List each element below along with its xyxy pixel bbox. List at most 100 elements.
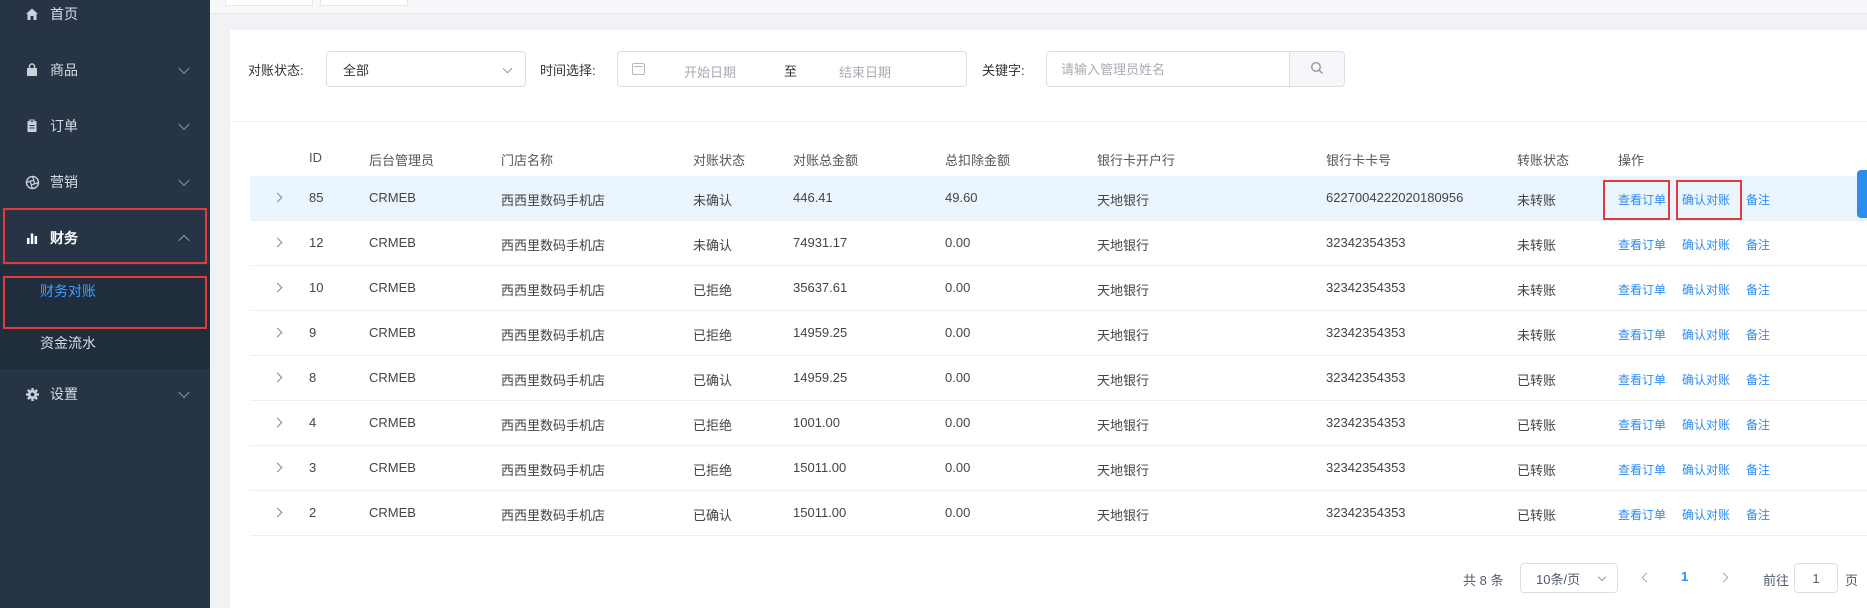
view-orders-button[interactable]: 查看订单	[1618, 326, 1666, 343]
keyword-filter-label: 关键字:	[982, 63, 1025, 78]
page-number[interactable]: 1	[1681, 569, 1688, 584]
cell-bank: 天地银行	[1097, 328, 1150, 343]
cell-deduct: 0.00	[945, 235, 971, 250]
expand-row-icon[interactable]	[272, 192, 283, 203]
tab-stub[interactable]	[225, 0, 313, 6]
expand-row-icon[interactable]	[272, 372, 283, 383]
cell-deduct: 0.00	[945, 415, 971, 430]
finance-submenu: 财务对账 资金流水	[0, 265, 210, 369]
sidebar-subitem-reconciliation[interactable]: 财务对账	[0, 265, 210, 317]
table-row[interactable]: 3 CRMEB 西西里数码手机店 已拒绝 15011.00 0.00 天地银行 3234235…	[250, 446, 1867, 491]
expand-row-icon[interactable]	[272, 327, 283, 338]
side-scroll-tab[interactable]	[1857, 170, 1867, 218]
date-range-picker[interactable]: 开始日期 至 结束日期	[617, 51, 967, 87]
remark-button[interactable]: 备注	[1746, 416, 1770, 433]
sidebar-item-label: 首页	[50, 6, 78, 22]
column-header-admin: 后台管理员	[369, 153, 435, 168]
cell-transfer: 已转账	[1517, 373, 1557, 388]
cell-admin: CRMEB	[369, 460, 416, 475]
clipboard-icon	[24, 118, 40, 134]
status-select[interactable]: 全部	[326, 51, 526, 87]
cell-id: 12	[309, 235, 324, 250]
remark-button[interactable]: 备注	[1746, 506, 1770, 523]
keyword-input[interactable]	[1046, 51, 1289, 87]
sidebar-item-finance[interactable]: 财务	[0, 210, 210, 266]
remark-button[interactable]: 备注	[1746, 461, 1770, 478]
confirm-reconciliation-button[interactable]: 确认对账	[1682, 416, 1730, 433]
cell-status: 已确认	[693, 508, 733, 523]
cell-card: 32342354353	[1326, 280, 1406, 295]
table-row[interactable]: 4 CRMEB 西西里数码手机店 已拒绝 1001.00 0.00 天地银行 32342354…	[250, 401, 1867, 446]
cell-admin: CRMEB	[369, 190, 416, 205]
column-header-status: 对账状态	[693, 153, 746, 168]
page-size-select[interactable]: 10条/页	[1520, 563, 1618, 593]
sidebar: 首页 商品 订单 营销 财务 财务对账 资金流水 设置	[0, 0, 210, 608]
cell-admin: CRMEB	[369, 505, 416, 520]
cell-deduct: 49.60	[945, 190, 978, 205]
view-orders-button[interactable]: 查看订单	[1618, 191, 1666, 208]
confirm-reconciliation-button[interactable]: 确认对账	[1682, 326, 1730, 343]
goto-page-input[interactable]	[1794, 563, 1838, 593]
view-orders-button[interactable]: 查看订单	[1618, 371, 1666, 388]
cell-total: 14959.25	[793, 370, 848, 385]
cell-bank: 天地银行	[1097, 193, 1150, 208]
expand-row-icon[interactable]	[272, 507, 283, 518]
confirm-reconciliation-button[interactable]: 确认对账	[1682, 281, 1730, 298]
expand-row-icon[interactable]	[272, 462, 283, 473]
table-row[interactable]: 85 CRMEB 西西里数码手机店 未确认 446.41 49.60 天地银行 6227004…	[250, 176, 1867, 221]
view-orders-button[interactable]: 查看订单	[1618, 281, 1666, 298]
cell-card: 32342354353	[1326, 370, 1406, 385]
cell-store: 西西里数码手机店	[501, 373, 606, 388]
home-icon	[24, 6, 40, 22]
sidebar-item-orders[interactable]: 订单	[0, 98, 210, 154]
cell-store: 西西里数码手机店	[501, 238, 606, 253]
date-separator: 至	[784, 64, 798, 79]
date-start-input[interactable]: 开始日期	[684, 62, 736, 81]
cell-id: 3	[309, 460, 317, 475]
confirm-reconciliation-button[interactable]: 确认对账	[1682, 191, 1730, 208]
cell-bank: 天地银行	[1097, 463, 1150, 478]
date-end-input[interactable]: 结束日期	[839, 62, 891, 81]
remark-button[interactable]: 备注	[1746, 236, 1770, 253]
remark-button[interactable]: 备注	[1746, 326, 1770, 343]
view-orders-button[interactable]: 查看订单	[1618, 416, 1666, 433]
confirm-reconciliation-button[interactable]: 确认对账	[1682, 371, 1730, 388]
expand-row-icon[interactable]	[272, 237, 283, 248]
cell-deduct: 0.00	[945, 280, 971, 295]
table-row[interactable]: 8 CRMEB 西西里数码手机店 已确认 14959.25 0.00 天地银行 3234235…	[250, 356, 1867, 401]
sidebar-subitem-cash-flow[interactable]: 资金流水	[0, 317, 210, 369]
remark-button[interactable]: 备注	[1746, 281, 1770, 298]
cell-total: 14959.25	[793, 325, 848, 340]
sidebar-item-home[interactable]: 首页	[0, 0, 210, 42]
table-row[interactable]: 12 CRMEB 西西里数码手机店 未确认 74931.17 0.00 天地银行 323423…	[250, 221, 1867, 266]
calendar-icon	[632, 63, 645, 75]
column-header-total: 对账总金额	[793, 153, 859, 168]
view-orders-button[interactable]: 查看订单	[1618, 461, 1666, 478]
expand-row-icon[interactable]	[272, 282, 283, 293]
remark-button[interactable]: 备注	[1746, 191, 1770, 208]
status-select-value: 全部	[343, 62, 370, 78]
expand-row-icon[interactable]	[272, 417, 283, 428]
sidebar-item-products[interactable]: 商品	[0, 42, 210, 98]
sidebar-item-marketing[interactable]: 营销	[0, 154, 210, 210]
column-header-actions: 操作	[1618, 153, 1645, 168]
view-orders-button[interactable]: 查看订单	[1618, 506, 1666, 523]
view-orders-button[interactable]: 查看订单	[1618, 236, 1666, 253]
chevron-down-icon	[178, 118, 190, 131]
remark-button[interactable]: 备注	[1746, 371, 1770, 388]
tab-stub[interactable]	[320, 0, 408, 6]
cell-store: 西西里数码手机店	[501, 328, 606, 343]
cell-status: 未确认	[693, 238, 733, 253]
goto-label: 前往	[1763, 573, 1790, 588]
confirm-reconciliation-button[interactable]: 确认对账	[1682, 461, 1730, 478]
confirm-reconciliation-button[interactable]: 确认对账	[1682, 506, 1730, 523]
sidebar-item-settings[interactable]: 设置	[0, 366, 210, 422]
cell-total: 35637.61	[793, 280, 848, 295]
table-row[interactable]: 2 CRMEB 西西里数码手机店 已确认 15011.00 0.00 天地银行 3234235…	[250, 491, 1867, 536]
sidebar-item-label: 商品	[50, 62, 78, 78]
table-row[interactable]: 9 CRMEB 西西里数码手机店 已拒绝 14959.25 0.00 天地银行 3234235…	[250, 311, 1867, 356]
search-button[interactable]	[1289, 51, 1345, 87]
cell-card: 6227004222020180956	[1326, 190, 1464, 205]
table-row[interactable]: 10 CRMEB 西西里数码手机店 已拒绝 35637.61 0.00 天地银行 323423…	[250, 266, 1867, 311]
confirm-reconciliation-button[interactable]: 确认对账	[1682, 236, 1730, 253]
